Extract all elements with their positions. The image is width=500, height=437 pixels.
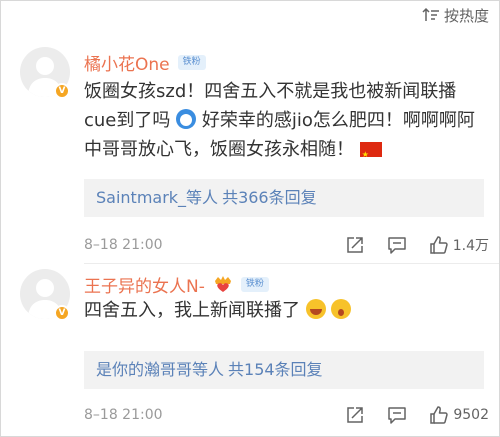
like-button[interactable]: 1.4万 — [429, 235, 489, 255]
like-count: 1.4万 — [452, 238, 489, 254]
share-icon — [346, 237, 363, 253]
sort-icon — [422, 7, 439, 21]
replies-summary[interactable]: Saintmark_等人 共366条回复 — [84, 179, 484, 217]
laugh-emoji-icon — [305, 299, 326, 319]
comment-header: 王子异的女人N- 铁粉 — [84, 272, 269, 297]
comment-icon — [388, 407, 407, 424]
comment-panel: 按热度 V 橘小花One 铁粉 饭圈女孩szd！四舍五入不就是我也被新闻联播cu… — [0, 0, 500, 437]
fan-badge: 铁粉 — [177, 54, 206, 70]
share-icon — [347, 407, 364, 423]
sort-label: 按热度 — [443, 6, 489, 25]
comment-icon — [387, 237, 406, 254]
reply-count[interactable]: 共154条回复 — [228, 360, 323, 379]
v-badge-icon: V — [54, 305, 70, 321]
sort-toggle[interactable]: 按热度 — [422, 5, 489, 25]
fan-badge: 铁粉 — [240, 276, 269, 292]
username[interactable]: 王子异的女人N- — [84, 272, 205, 297]
like-button[interactable]: 9502 — [429, 405, 489, 425]
timestamp: 8–18 21:00 — [84, 237, 163, 253]
comment-actions: 9502 — [345, 403, 489, 427]
china-flag-icon — [359, 140, 382, 169]
doraemon-emoji-icon — [176, 109, 197, 129]
username[interactable]: 橘小花One — [84, 50, 170, 75]
comment-actions: 1.4万 — [345, 233, 489, 257]
comment-footer: 8–18 21:00 — [84, 403, 489, 427]
comment-text: 四舍五入，我上新闻联播了 — [84, 296, 483, 325]
comment-header: 橘小花One 铁粉 — [84, 50, 206, 75]
comment-button[interactable] — [387, 405, 407, 425]
like-count: 9502 — [453, 407, 489, 423]
replies-summary[interactable]: 是你的瀚哥哥等人 共154条回复 — [84, 351, 484, 389]
share-button[interactable] — [345, 405, 365, 425]
share-button[interactable] — [345, 235, 365, 255]
reply-users[interactable]: Saintmark_等人 — [96, 188, 218, 207]
comment-item: V 王子异的女人N- 铁粉 四舍五入，我上新闻联播了 是你的瀚哥哥等人 共154条… — [1, 269, 500, 437]
comment-text: 饭圈女孩szd！四舍五入不就是我也被新闻联播cue到了吗 好荣幸的感jio怎么肥… — [84, 77, 483, 169]
like-icon — [429, 236, 448, 254]
comment-text-part: 四舍五入，我上新闻联播了 — [84, 300, 300, 321]
like-icon — [430, 406, 449, 424]
comment-footer: 8–18 21:00 — [84, 233, 489, 257]
timestamp: 8–18 21:00 — [84, 407, 163, 423]
comment-divider — [84, 263, 499, 264]
reply-count[interactable]: 共366条回复 — [222, 188, 317, 207]
v-badge-icon: V — [54, 83, 70, 99]
comment-button[interactable] — [387, 235, 407, 255]
comment-item: V 橘小花One 铁粉 饭圈女孩szd！四舍五入不就是我也被新闻联播cue到了吗… — [1, 47, 500, 261]
shock-emoji-icon — [331, 299, 352, 319]
crown-heart-icon — [214, 276, 231, 292]
reply-users[interactable]: 是你的瀚哥哥等人 — [96, 360, 224, 379]
